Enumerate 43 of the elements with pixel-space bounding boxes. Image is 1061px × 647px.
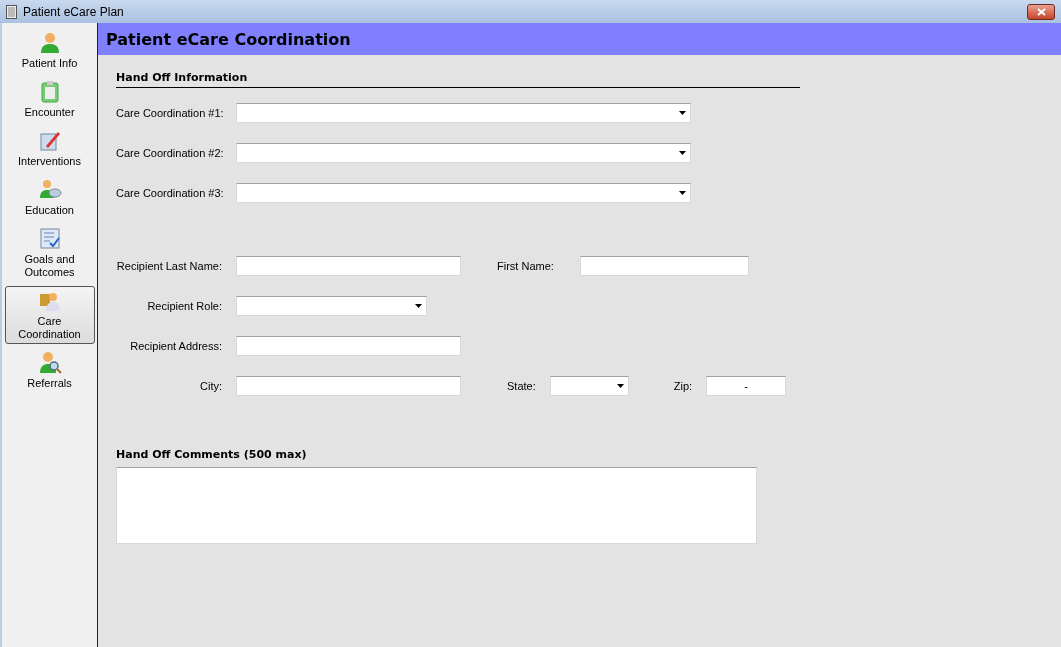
field-label: Recipient Address:: [129, 340, 222, 352]
caret-icon: [415, 304, 422, 308]
page-title: Patient eCare Coordination: [98, 23, 1061, 55]
comments-field[interactable]: [116, 467, 757, 544]
field-label: Recipient Role:: [146, 300, 222, 312]
field-label: Zip:: [673, 380, 693, 392]
field-label: Care Coordination #2:: [116, 147, 222, 159]
text-field[interactable]: [236, 256, 461, 276]
field-label: City:: [199, 380, 222, 392]
sidebar-item[interactable]: Referrals: [4, 348, 95, 393]
sidebar-item[interactable]: Patient Info: [4, 28, 95, 73]
field-label: Care Coordination #3:: [116, 187, 222, 199]
sidebar-item[interactable]: Goals and Outcomes: [4, 224, 95, 282]
dropdown-field[interactable]: [236, 183, 691, 203]
text-field[interactable]: [236, 336, 461, 356]
dropdown-field[interactable]: [236, 296, 427, 316]
caret-icon: [679, 151, 686, 155]
document-icon: [6, 4, 17, 19]
window-title: Patient eCare Plan: [23, 4, 125, 19]
sidebar-item[interactable]: Encounter: [4, 77, 95, 122]
caret-icon: [616, 384, 624, 388]
dropdown-field[interactable]: [549, 376, 629, 396]
sidebar-item[interactable]: Interventions: [4, 126, 95, 171]
close-button[interactable]: [1027, 3, 1055, 20]
field-label: Recipient Last Name:: [116, 260, 222, 272]
section-heading: Hand Off Information: [116, 71, 249, 85]
dropdown-field[interactable]: [236, 143, 691, 163]
section-heading: Hand Off Comments (500 max): [116, 448, 308, 462]
field-label: First Name:: [497, 260, 554, 272]
person-magnifier-icon: [37, 351, 62, 375]
caret-icon: [679, 111, 686, 115]
sidebar-item[interactable]: Care Coordination: [4, 286, 95, 344]
text-field[interactable]: -: [706, 376, 787, 396]
close-icon: [1036, 7, 1046, 16]
text-field[interactable]: [579, 256, 749, 276]
field-label: State:: [507, 380, 536, 392]
dropdown-field[interactable]: [236, 103, 691, 123]
sidebar-item[interactable]: Education: [4, 175, 95, 220]
text-field[interactable]: [236, 376, 461, 396]
caret-icon: [679, 191, 686, 195]
checklist-icon: [37, 227, 62, 251]
field-label: Care Coordination #1:: [116, 107, 222, 119]
pencil-document-icon: [37, 129, 62, 153]
